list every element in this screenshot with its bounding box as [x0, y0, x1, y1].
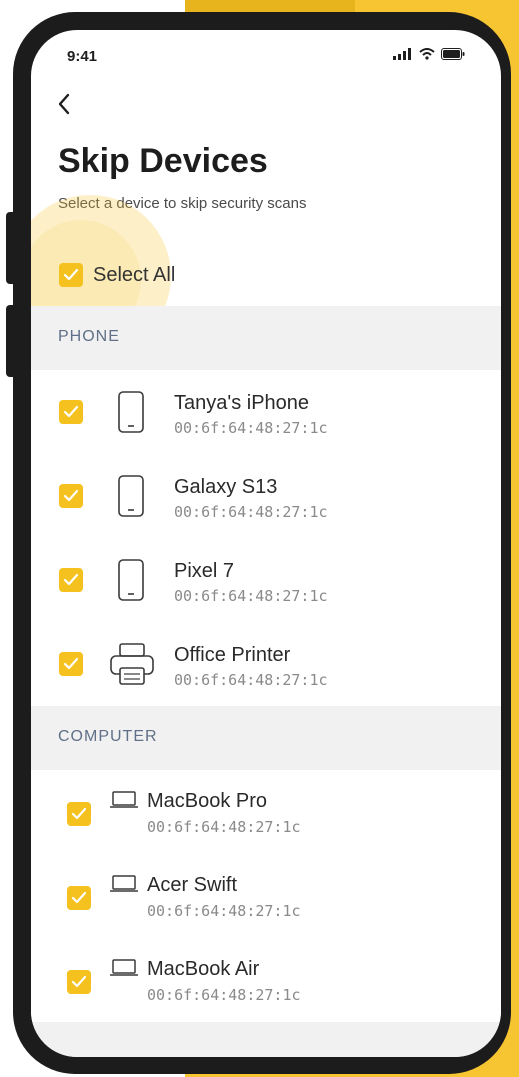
device-checkbox[interactable] [67, 970, 91, 994]
checkmark-icon [71, 807, 87, 820]
device-name: Acer Swift [147, 874, 238, 896]
back-button[interactable] [57, 92, 87, 126]
laptop-icon [110, 875, 138, 892]
battery-icon [441, 48, 465, 60]
device-row[interactable]: Tanya's iPhone 00:6f:64:48:27:1c [31, 370, 501, 455]
wifi-icon [419, 48, 435, 60]
checkmark-icon [63, 573, 79, 586]
checkmark-icon [71, 891, 87, 904]
status-bar: 9:41 [31, 30, 501, 80]
device-row[interactable]: Pixel 7 00:6f:64:48:27:1c [31, 538, 501, 623]
printer-icon [110, 643, 154, 685]
device-row[interactable]: Galaxy S13 00:6f:64:48:27:1c [31, 454, 501, 539]
phone-icon [118, 475, 144, 517]
device-checkbox[interactable] [59, 652, 83, 676]
device-name: MacBook Air [147, 958, 260, 980]
checkmark-icon [63, 489, 79, 502]
checkmark-icon [63, 657, 79, 670]
volume-up-button [6, 212, 18, 284]
select-all-checkbox[interactable] [59, 263, 83, 287]
device-name: Office Printer [174, 644, 291, 666]
device-checkbox[interactable] [67, 886, 91, 910]
device-mac: 00:6f:64:48:27:1c [174, 503, 328, 521]
device-row[interactable]: MacBook Pro 00:6f:64:48:27:1c [31, 770, 501, 855]
device-row[interactable]: Acer Swift 00:6f:64:48:27:1c [31, 854, 501, 939]
device-checkbox[interactable] [67, 802, 91, 826]
device-row[interactable]: MacBook Air 00:6f:64:48:27:1c [31, 938, 501, 1022]
device-mac: 00:6f:64:48:27:1c [147, 818, 301, 836]
device-mac: 00:6f:64:48:27:1c [174, 671, 328, 689]
device-mac: 00:6f:64:48:27:1c [147, 902, 301, 920]
chevron-left-icon [58, 93, 70, 115]
checkmark-icon [63, 268, 79, 281]
device-checkbox[interactable] [59, 400, 83, 424]
checkmark-icon [63, 405, 79, 418]
device-mac: 00:6f:64:48:27:1c [147, 986, 301, 1004]
laptop-icon [110, 791, 138, 808]
device-name: Galaxy S13 [174, 476, 278, 498]
phone-icon [118, 559, 144, 601]
page-title: Skip Devices [58, 142, 268, 180]
status-time: 9:41 [67, 48, 98, 65]
laptop-icon [110, 959, 138, 976]
section-header-phone: PHONE [31, 306, 501, 370]
phone-icon [118, 391, 144, 433]
section-title: COMPUTER [58, 728, 158, 745]
status-icons [393, 48, 465, 60]
section-header-next [31, 1022, 501, 1057]
device-row[interactable]: Office Printer 00:6f:64:48:27:1c [31, 622, 501, 706]
select-all-label: Select All [93, 263, 176, 286]
signal-icon [393, 48, 411, 60]
device-mac: 00:6f:64:48:27:1c [174, 587, 328, 605]
phone-screen: 9:41 Skip Devices Select a device to ski… [31, 30, 501, 1057]
checkmark-icon [71, 975, 87, 988]
volume-down-button [6, 305, 18, 377]
device-name: MacBook Pro [147, 790, 268, 812]
device-name: Tanya's iPhone [174, 392, 310, 414]
select-all-toggle[interactable]: Select All [59, 263, 175, 287]
device-checkbox[interactable] [59, 484, 83, 508]
device-mac: 00:6f:64:48:27:1c [174, 419, 328, 437]
device-checkbox[interactable] [59, 568, 83, 592]
section-header-computer: COMPUTER [31, 706, 501, 770]
device-name: Pixel 7 [174, 560, 235, 582]
section-title: PHONE [58, 328, 120, 345]
